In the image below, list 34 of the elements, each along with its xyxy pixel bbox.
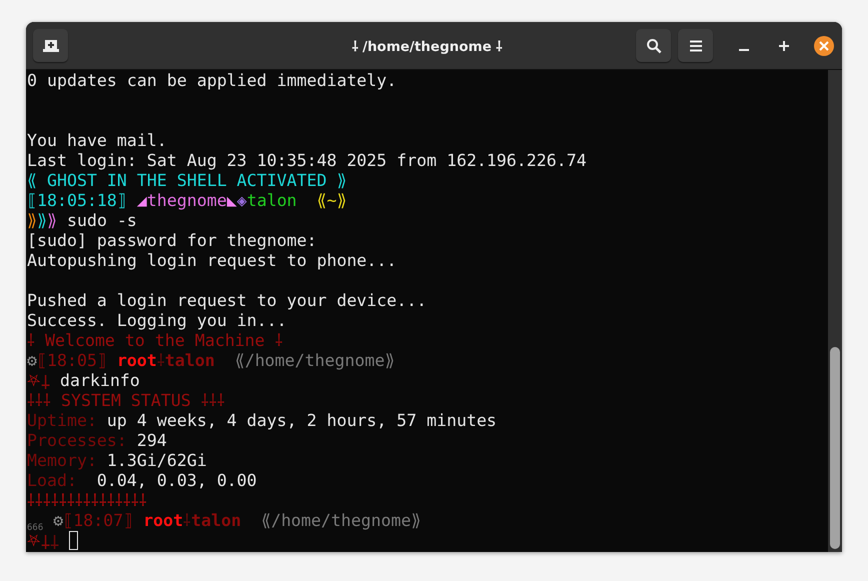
terminal-line: Uptime: up 4 weeks, 4 days, 2 hours, 57 minutes	[27, 411, 498, 431]
terminal-line: ⟦18:05:18⟧ ◢thegnome◣◈talon ⟪~⟫	[27, 191, 348, 211]
menu-icon	[688, 40, 702, 52]
close-icon	[819, 40, 829, 50]
terminal-line: ⸸ Welcome to the Machine ⸸	[27, 331, 284, 351]
scrollbar-thumb[interactable]	[830, 347, 840, 549]
minimize-icon	[739, 48, 749, 50]
menu-button[interactable]	[678, 29, 713, 62]
terminal-line: Success. Logging you in...	[27, 311, 288, 331]
terminal-line: ⸸⸸⸸ SYSTEM STATUS ⸸⸸⸸	[27, 391, 226, 411]
terminal-line: Load: 0.04, 0.03, 0.00	[27, 471, 258, 491]
close-button[interactable]	[814, 36, 834, 56]
terminal-line: $_{666}$ ⚙⟦18:07⟧ root⸸talon ⟪/home/thegnome⟫	[27, 511, 422, 531]
terminal-line: ⚙⟦18:05⟧ root⸸talon ⟪/home/thegnome⟫	[27, 351, 396, 371]
terminal-cursor	[69, 531, 78, 550]
maximize-icon	[779, 40, 789, 50]
terminal-line: ⸸⸸⸸⸸⸸⸸⸸⸸⸸⸸⸸⸸⸸⸸⸸	[27, 491, 148, 511]
terminal-line: 0 updates can be applied immediately.	[27, 71, 398, 91]
new-tab-icon	[42, 38, 58, 52]
terminal-line: ⟫⟫⟫ sudo -s	[27, 211, 138, 231]
terminal-line: You have mail.	[27, 131, 168, 151]
new-tab-button[interactable]	[33, 29, 68, 62]
terminal-line: ⟪ GHOST IN THE SHELL ACTIVATED ⟫	[27, 171, 348, 191]
terminal-line: Autopushing login request to phone...	[27, 251, 398, 271]
terminal-line: Processes: 294	[27, 431, 168, 451]
terminal-line: ⛧⸸ darkinfo	[27, 371, 141, 391]
search-icon	[646, 38, 662, 54]
window-title: ⸸ /home/thegnome ⸸	[350, 38, 504, 54]
terminal-line: ⛧⸸⸸	[27, 531, 828, 551]
terminal-line: [sudo] password for thegnome:	[27, 231, 318, 251]
terminal-line: Memory: 1.3Gi/62Gi	[27, 451, 208, 471]
search-button[interactable]	[636, 29, 671, 62]
terminal-line: Pushed a login request to your device...	[27, 291, 428, 311]
terminal-line: Last login: Sat Aug 23 10:35:48 2025 from 162.196.226.74	[27, 151, 588, 171]
